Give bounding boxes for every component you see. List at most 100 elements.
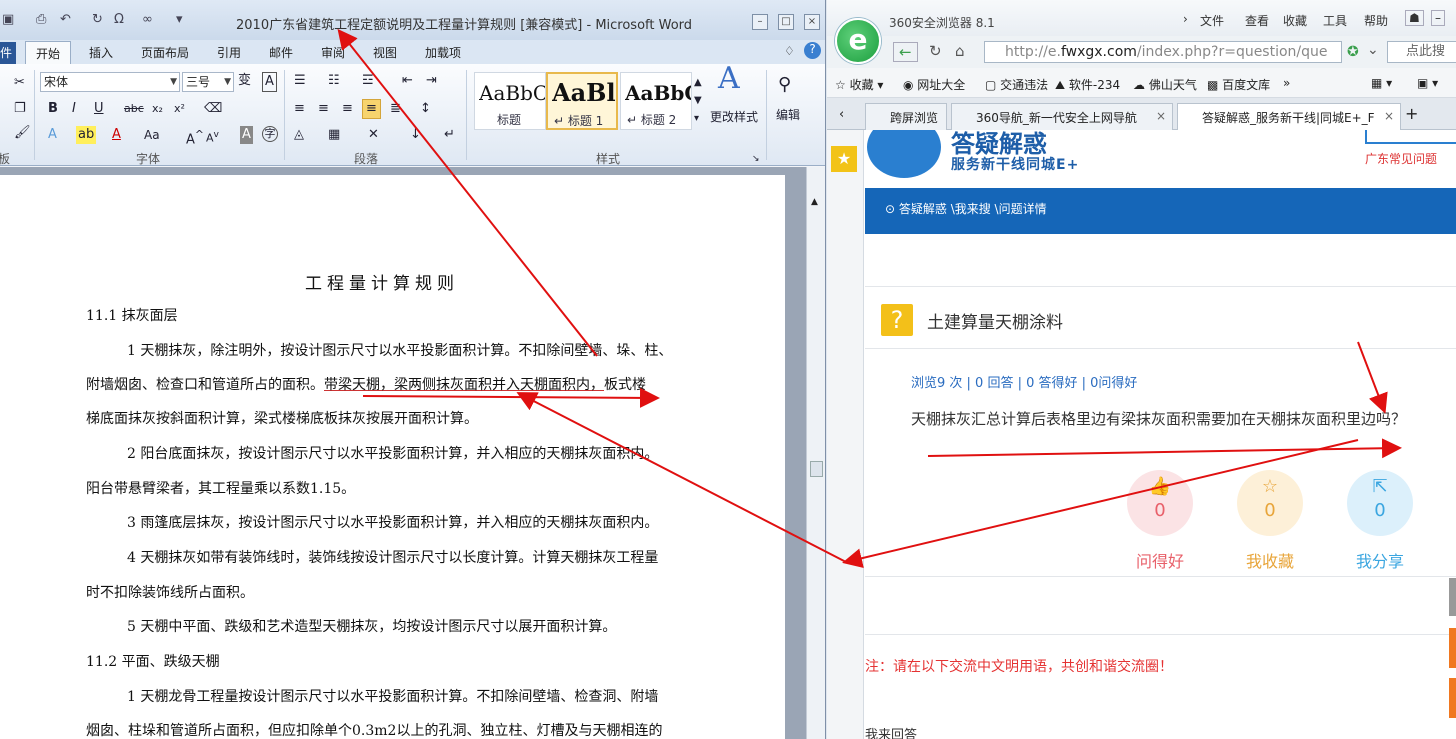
distributed-icon[interactable]: ≣	[390, 100, 401, 118]
tab-360-nav[interactable]: 360导航_新一代安全上网导航 ×	[951, 103, 1173, 130]
font-size-select[interactable]: 三号 ▼	[182, 72, 234, 92]
font-name-select[interactable]: 宋体 ▼	[40, 72, 180, 92]
close-button[interactable]: ×	[804, 14, 820, 30]
ribbon-collapse-icon[interactable]: ♢	[784, 44, 795, 58]
sort-icon[interactable]: ↓	[410, 126, 421, 144]
numbering-icon[interactable]: ☷	[328, 72, 340, 90]
breadcrumb-text[interactable]: ⊙ 答疑解惑 \我来搜 \问题详情	[885, 200, 1047, 217]
home-button[interactable]: ⌂	[955, 42, 965, 60]
apps-icon[interactable]: ▦ ▾	[1371, 76, 1392, 90]
underline-button[interactable]: U	[94, 100, 104, 118]
close-icon[interactable]: ×	[1384, 109, 1394, 123]
chinese-layout-icon[interactable]: ✕	[368, 126, 379, 144]
styles-scroll-icon[interactable]: ▲ ▼ ▾	[694, 74, 702, 128]
document-page[interactable]: 工程量计算规则 11.1 抹灰面层 1 天棚抹灰，除注明外，按设计图示尺寸以水平…	[0, 175, 785, 739]
region-faq-link[interactable]: 广东常见问题	[1365, 150, 1437, 167]
align-center-icon[interactable]: ≡	[318, 100, 329, 118]
tab-references[interactable]: 引用	[217, 44, 241, 61]
fav-item[interactable]: ◉ 网址大全	[903, 76, 965, 93]
subscript-button[interactable]: x₂	[152, 100, 163, 118]
tab-home[interactable]: 开始	[25, 41, 72, 65]
dialog-launcher-icon[interactable]: ↘	[752, 150, 760, 168]
minimize-icon[interactable]: –	[1431, 10, 1445, 26]
change-styles-icon[interactable]: A	[718, 64, 740, 94]
char-shading-icon[interactable]: A	[240, 126, 253, 144]
shirt-icon[interactable]: ☗	[1405, 10, 1424, 26]
favorites-star-button[interactable]: ☆ 收藏 ▾	[835, 76, 883, 93]
menu-favorites[interactable]: 收藏	[1283, 12, 1307, 29]
grow-font-icon[interactable]: A^	[186, 126, 204, 149]
address-bar[interactable]: http://e.fwxgx.com/index.php?r=question/…	[984, 41, 1342, 63]
menu-file[interactable]: 文件	[1200, 12, 1224, 29]
bullets-icon[interactable]: ☰	[294, 72, 306, 90]
change-styles-button[interactable]: 更改样式	[710, 108, 758, 126]
side-tab[interactable]	[1449, 678, 1456, 718]
undo-icon[interactable]: ↶	[60, 12, 71, 32]
text-effect-icon[interactable]: A	[48, 126, 57, 144]
editing-button[interactable]: 编辑	[776, 106, 800, 124]
print-icon[interactable]: ⎙	[36, 12, 46, 32]
tab-mailings[interactable]: 邮件	[269, 44, 293, 61]
fav-item[interactable]: ▩ 百度文库	[1207, 76, 1270, 93]
fav-item[interactable]: ⛰ 软件-234	[1055, 76, 1120, 93]
clear-format-icon[interactable]: ⌫	[204, 100, 222, 118]
justify-icon[interactable]: ≡	[362, 99, 381, 119]
fav-item[interactable]: ▢ 交通违法	[985, 76, 1048, 93]
menu-help[interactable]: 帮助	[1364, 12, 1388, 29]
multilevel-list-icon[interactable]: ☲	[362, 72, 374, 90]
tab-page-layout[interactable]: 页面布局	[141, 44, 189, 61]
refresh-button[interactable]: ↻	[929, 42, 942, 60]
scroll-thumb[interactable]	[810, 461, 823, 477]
dropdown-icon[interactable]: ⌄	[1367, 42, 1379, 58]
tab-scroll-left-icon[interactable]: ‹	[839, 107, 844, 122]
help-icon[interactable]: ?	[804, 42, 821, 59]
share-button[interactable]: ⇱ 0	[1347, 470, 1413, 536]
redo-icon[interactable]: ↻	[92, 12, 103, 32]
new-tab-button[interactable]: +	[1405, 104, 1418, 123]
like-question-label[interactable]: 问得好	[1120, 548, 1200, 572]
enclose-char-icon[interactable]: 字	[262, 126, 278, 142]
compat-mode-icon[interactable]: ✪	[1347, 44, 1359, 60]
style-heading-2[interactable]: AaBbC ↵ 标题 2	[620, 72, 692, 130]
minimize-button[interactable]: –	[752, 14, 768, 30]
share-label[interactable]: 我分享	[1340, 548, 1420, 572]
align-right-icon[interactable]: ≡	[342, 100, 353, 118]
tab-view[interactable]: 视图	[373, 44, 397, 61]
tab-insert[interactable]: 插入	[89, 44, 113, 61]
font-color-icon[interactable]: A	[112, 126, 121, 144]
qat-dropdown-icon[interactable]: ▾	[176, 12, 183, 32]
menu-view[interactable]: 查看	[1245, 12, 1269, 29]
menu-tools[interactable]: 工具	[1323, 12, 1347, 29]
favorite-button[interactable]: ☆ 0	[1237, 470, 1303, 536]
line-spacing-icon[interactable]: ↕	[420, 100, 431, 118]
tab-cross-screen[interactable]: 跨屏浏览	[865, 103, 947, 130]
search-box[interactable]: 点此搜	[1387, 41, 1456, 63]
style-heading-1[interactable]: AaBl ↵ 标题 1	[546, 72, 618, 130]
strikethrough-button[interactable]: abc	[124, 100, 144, 118]
copy-icon[interactable]: ❐	[14, 100, 26, 118]
save-icon[interactable]: ▣	[2, 12, 14, 32]
superscript-button[interactable]: x²	[174, 100, 185, 118]
scroll-up-icon[interactable]: ▲	[811, 197, 818, 207]
tab-review[interactable]: 审阅	[321, 44, 345, 61]
show-marks-icon[interactable]: ↵	[444, 126, 455, 144]
align-left-icon[interactable]: ≡	[294, 100, 305, 118]
fav-item[interactable]: ☁ 佛山天气	[1133, 76, 1197, 93]
char-border-icon[interactable]: A	[262, 72, 277, 92]
like-question-button[interactable]: 👍 0	[1127, 470, 1193, 536]
change-case-icon[interactable]: Aa	[144, 126, 160, 144]
customize-icon[interactable]: ∞	[142, 12, 153, 32]
highlight-icon[interactable]: ab	[76, 126, 97, 144]
symbol-icon[interactable]: Ω	[114, 12, 124, 32]
tab-addins[interactable]: 加载项	[425, 44, 461, 61]
italic-button[interactable]: I	[72, 100, 76, 118]
bold-button[interactable]: B	[48, 100, 58, 118]
favorites-sidebar-icon[interactable]: ★	[831, 146, 857, 172]
tab-qa-page[interactable]: 答疑解惑_服务新干线|同城E+_F ×	[1177, 103, 1401, 131]
back-button[interactable]: ←	[893, 42, 918, 62]
increase-indent-icon[interactable]: ⇥	[426, 72, 437, 90]
find-icon[interactable]: ⚲	[778, 76, 791, 94]
ad-filter-icon[interactable]: ▣ ▾	[1417, 76, 1438, 90]
cut-icon[interactable]: ✂	[14, 74, 25, 92]
file-tab[interactable]: 件	[0, 42, 16, 64]
